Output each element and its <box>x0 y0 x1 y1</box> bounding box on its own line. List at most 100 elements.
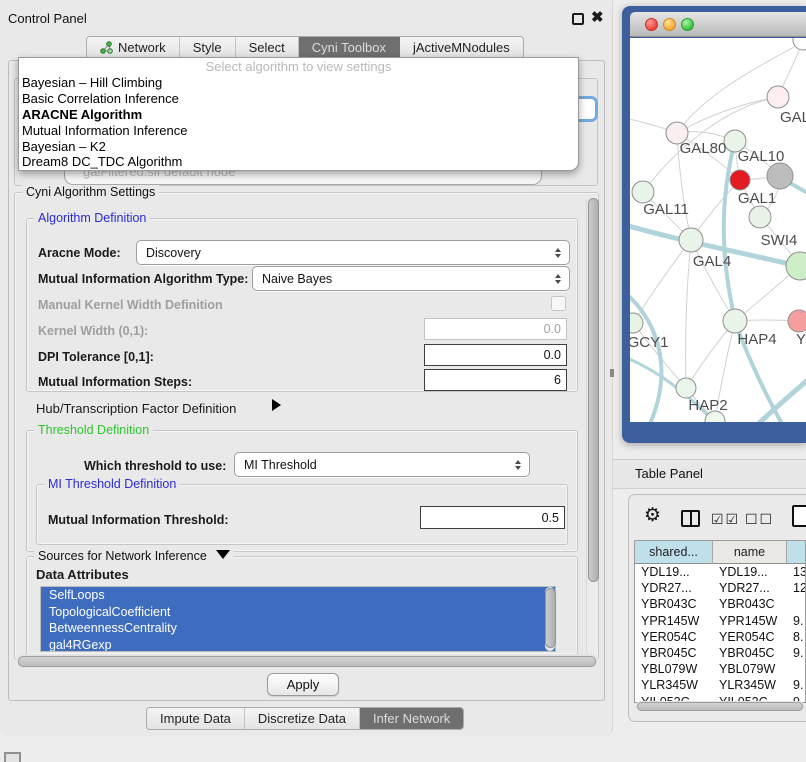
table-horizontal-scrollbar[interactable] <box>636 701 804 711</box>
column-header[interactable]: shared... <box>635 541 713 564</box>
tab-label: Impute Data <box>160 711 231 726</box>
aracne-mode-label: Aracne Mode: <box>38 246 121 260</box>
collapse-arrow-icon[interactable] <box>216 550 230 559</box>
tab-select[interactable]: Select <box>236 37 299 58</box>
tab-infer-network[interactable]: Infer Network <box>360 708 463 729</box>
network-node-gal[interactable] <box>767 86 789 108</box>
tab-impute-data[interactable]: Impute Data <box>147 708 245 729</box>
float-panel-icon[interactable] <box>572 13 584 25</box>
network-edge[interactable] <box>630 290 661 422</box>
table-row[interactable]: YDL19...YDL19...13 <box>635 564 805 580</box>
attribute-item[interactable]: SelfLoops <box>41 587 555 604</box>
algorithm-option[interactable]: Bayesian – Hill Climbing <box>19 75 578 91</box>
node-label: SWI4 <box>761 232 798 249</box>
table-row[interactable]: YBR045CYBR045C9. <box>635 645 805 661</box>
table-row[interactable]: YER054CYER054C8. <box>635 629 805 645</box>
which-threshold-label: Which threshold to use: <box>84 459 226 473</box>
network-node-hap2[interactable] <box>676 378 696 398</box>
mi-threshold-input[interactable] <box>420 506 565 529</box>
network-edge[interactable] <box>758 378 806 422</box>
dpi-tolerance-input[interactable] <box>424 344 567 366</box>
network-edge[interactable] <box>686 240 691 388</box>
zoom-window-icon[interactable] <box>681 18 694 31</box>
algorithm-definition-title: Algorithm Definition <box>34 211 150 225</box>
network-node-gal4[interactable] <box>679 228 703 252</box>
table-cell: YLR345W <box>713 677 787 693</box>
network-node[interactable] <box>793 38 806 50</box>
close-panel-icon[interactable]: ✖ <box>591 8 604 26</box>
minimize-window-icon[interactable] <box>663 18 676 31</box>
algorithm-option[interactable]: Basic Correlation Inference <box>19 91 578 107</box>
table-cell: YBL079W <box>635 661 713 677</box>
tab-label: Network <box>118 40 166 55</box>
table-header-row: shared...name <box>635 541 805 564</box>
which-threshold-combo[interactable]: MI Threshold <box>234 452 530 477</box>
tab-network[interactable]: Network <box>87 37 180 58</box>
select-all-checkboxes-icon[interactable]: ☑☑ <box>711 511 740 528</box>
splitter-handle[interactable] <box>610 369 614 377</box>
scrollbar-thumb[interactable] <box>18 656 596 667</box>
control-panel-tab-bar: Network StyleSelectCyni ToolboxjActiveMNo… <box>86 36 524 59</box>
aracne-mode-combo[interactable]: Discovery <box>136 240 570 265</box>
table-cell: YBR043C <box>713 596 787 612</box>
attribute-item[interactable]: BetweennessCentrality <box>41 620 555 637</box>
network-node-gal1[interactable] <box>730 170 750 190</box>
table-row[interactable]: YDR27...YDR27...12 <box>635 580 805 596</box>
manual-kernel-checkbox[interactable] <box>551 296 566 311</box>
tab-jactivemnodules[interactable]: jActiveMNodules <box>400 37 523 58</box>
settings-horizontal-scrollbar[interactable] <box>16 654 598 667</box>
application-window: Control Panel ✖ NetworkStyleSelectCyni T… <box>0 0 806 762</box>
network-node[interactable] <box>767 163 793 189</box>
table-cell: 12 <box>787 580 805 596</box>
mi-steps-label: Mutual Information Steps: <box>38 375 192 389</box>
tab-cyni-toolbox[interactable]: Cyni Toolbox <box>299 37 400 58</box>
attributes-vertical-scrollbar[interactable] <box>545 587 555 651</box>
deselect-all-checkboxes-icon[interactable]: ☐☐ <box>745 511 774 528</box>
network-node-gal11[interactable] <box>632 181 654 203</box>
tab-style[interactable]: Style <box>180 37 236 58</box>
table-row[interactable]: YLR345WYLR345W9. <box>635 677 805 693</box>
attribute-item[interactable]: gal4RGexp <box>41 637 555 653</box>
algorithm-option[interactable]: Mutual Information Inference <box>19 123 578 139</box>
algorithm-option[interactable]: Bayesian – K2 <box>19 139 578 155</box>
scrollbar-thumb[interactable] <box>588 198 599 582</box>
scrollbar-thumb[interactable] <box>545 588 556 648</box>
mi-algorithm-type-combo[interactable]: Naive Bayes <box>252 266 570 291</box>
kernel-width-input[interactable] <box>424 318 567 340</box>
column-header[interactable] <box>787 541 805 564</box>
manual-kernel-width-label: Manual Kernel Width Definition <box>38 298 223 312</box>
settings-vertical-scrollbar[interactable] <box>586 196 598 656</box>
mi-steps-input[interactable] <box>424 369 567 391</box>
algorithm-option[interactable]: ARACNE Algorithm <box>19 107 578 123</box>
column-header[interactable]: name <box>713 541 787 564</box>
hub-definition-expander-label[interactable]: Hub/Transcription Factor Definition <box>36 401 236 416</box>
table-settings-gear-icon[interactable]: ⚙ <box>644 506 661 526</box>
node-label: HAP4 <box>737 331 776 348</box>
network-node-hap4[interactable] <box>723 309 747 333</box>
table-cell: YBR045C <box>713 645 787 661</box>
table-row[interactable]: YPR145WYPR145W9. <box>635 613 805 629</box>
table-row[interactable]: YBL079WYBL079W <box>635 661 805 677</box>
dpi-tolerance-label: DPI Tolerance [0,1]: <box>38 350 154 364</box>
column-layout-icon[interactable] <box>681 510 700 527</box>
network-node[interactable] <box>749 206 771 228</box>
floating-grip[interactable] <box>4 752 21 762</box>
network-node-y[interactable] <box>788 310 806 332</box>
expand-arrow-icon[interactable] <box>272 399 281 411</box>
kernel-width-label: Kernel Width (0,1): <box>38 324 148 338</box>
attribute-item[interactable]: TopologicalCoefficient <box>41 604 555 621</box>
node-label: GAL80 <box>680 140 727 157</box>
tab-discretize-data[interactable]: Discretize Data <box>245 708 360 729</box>
network-node-gcy1[interactable] <box>630 313 643 333</box>
export-table-icon[interactable] <box>792 505 806 527</box>
network-canvas[interactable]: GALGAL80GAL10GAL1GAL11GAL4SWI4HAP4YGCY1H… <box>630 38 806 422</box>
table-cell: 8. <box>787 629 805 645</box>
close-window-icon[interactable] <box>645 18 658 31</box>
table-row[interactable]: YBR043CYBR043C <box>635 596 805 612</box>
table-cell: YLR345W <box>635 677 713 693</box>
apply-button[interactable]: Apply <box>267 673 339 696</box>
algorithm-option[interactable]: Dream8 DC_TDC Algorithm <box>19 154 578 170</box>
scrollbar-thumb[interactable] <box>637 702 803 711</box>
table-body: YDL19...YDL19...13YDR27...YDR27...12YBR0… <box>635 564 805 703</box>
sources-group-title[interactable]: Sources for Network Inference <box>34 549 234 563</box>
